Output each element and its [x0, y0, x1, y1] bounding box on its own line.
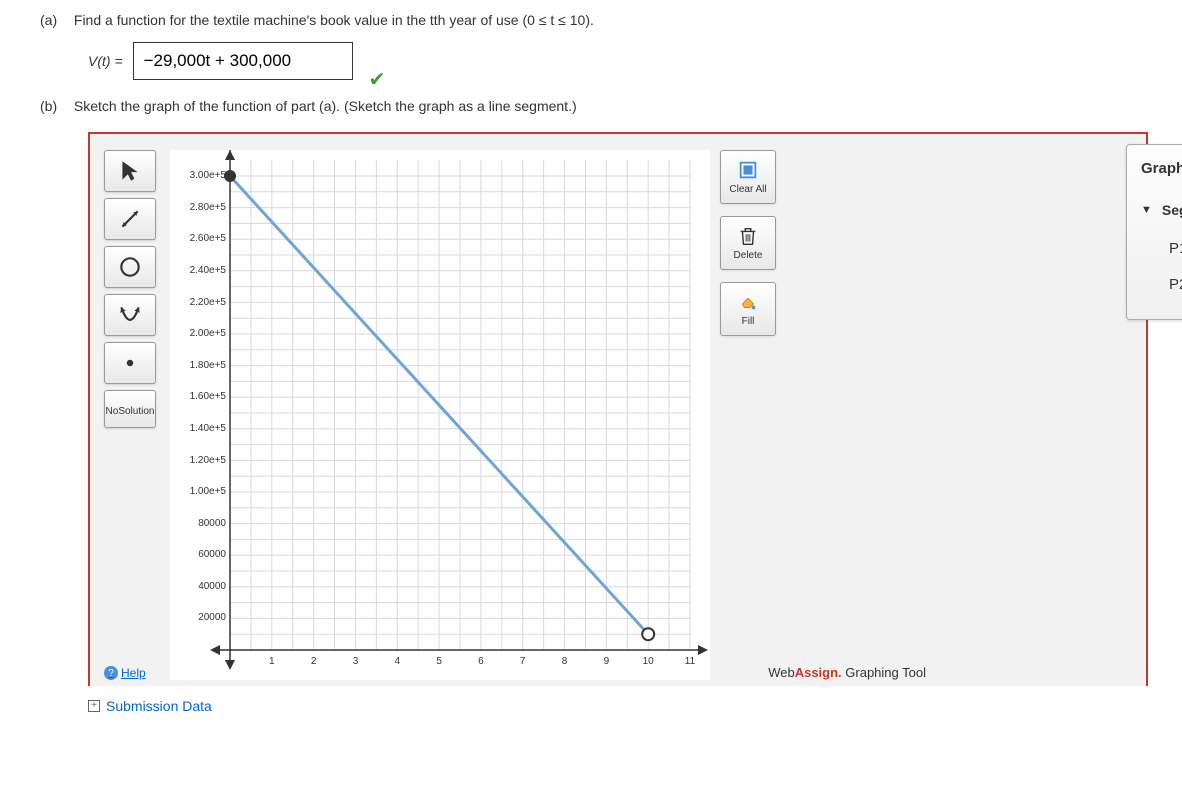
- delete-button[interactable]: Delete: [720, 216, 776, 270]
- svg-text:1.20e+5: 1.20e+5: [190, 455, 227, 466]
- chevron-down-icon: ▼: [1141, 204, 1152, 216]
- no-solution-l1: No: [106, 406, 119, 417]
- svg-text:20000: 20000: [198, 612, 226, 623]
- part-a-label: (a): [40, 12, 70, 28]
- p2-label: P2 (: [1169, 276, 1182, 293]
- svg-text:8: 8: [562, 656, 568, 667]
- action-column: Clear All Delete Fill: [720, 150, 780, 680]
- part-b-text: Sketch the graph of the function of part…: [74, 98, 577, 114]
- clear-all-button[interactable]: Clear All: [720, 150, 776, 204]
- p1-row: P1 ( , ): [1169, 235, 1182, 261]
- formula-lhs: V(t) =: [88, 53, 123, 69]
- circle-tool[interactable]: [104, 246, 156, 288]
- svg-text:3: 3: [353, 656, 359, 667]
- svg-text:2.60e+5: 2.60e+5: [190, 233, 227, 244]
- svg-text:2.80e+5: 2.80e+5: [190, 202, 227, 213]
- graph-layers-panel: Graph Layers « ▼ Segment 1 ✕ P1 ( , ) P2…: [1126, 144, 1182, 320]
- svg-text:5: 5: [436, 656, 442, 667]
- svg-text:2: 2: [311, 656, 317, 667]
- help-icon: ?: [104, 666, 118, 680]
- clear-all-label: Clear All: [729, 184, 766, 195]
- svg-text:6: 6: [478, 656, 484, 667]
- svg-text:1: 1: [269, 656, 275, 667]
- fill-label: Fill: [742, 316, 755, 327]
- layer-name: Segment 1: [1162, 202, 1182, 218]
- layer-row-segment1[interactable]: ▼ Segment 1 ✕: [1141, 199, 1182, 221]
- p1-label: P1 (: [1169, 240, 1182, 257]
- brand-footer: WebAssign. Graphing Tool: [768, 665, 926, 680]
- graphing-tool: No Solution ? Help: [88, 132, 1148, 686]
- book-value-input[interactable]: [133, 42, 353, 80]
- svg-text:1.60e+5: 1.60e+5: [190, 391, 227, 402]
- fill-button[interactable]: Fill: [720, 282, 776, 336]
- part-b-label: (b): [40, 98, 70, 114]
- svg-text:1.00e+5: 1.00e+5: [190, 486, 227, 497]
- svg-text:2.00e+5: 2.00e+5: [190, 328, 227, 339]
- svg-text:10: 10: [643, 656, 655, 667]
- parabola-tool[interactable]: [104, 294, 156, 336]
- svg-text:4: 4: [395, 656, 401, 667]
- no-solution-l2: Solution: [118, 406, 154, 417]
- pointer-tool[interactable]: [104, 150, 156, 192]
- tool-column: No Solution ? Help: [104, 150, 160, 680]
- svg-text:2.20e+5: 2.20e+5: [190, 297, 227, 308]
- help-label: Help: [121, 666, 146, 680]
- plot-area[interactable]: 3.00e+5 2.80e+5 2.60e+5 2.40e+5 2.20e+5 2.00e…: [170, 150, 710, 680]
- svg-text:80000: 80000: [198, 518, 226, 529]
- submission-data-toggle[interactable]: + Submission Data: [88, 698, 1142, 714]
- delete-label: Delete: [734, 250, 763, 261]
- segment-tool[interactable]: [104, 198, 156, 240]
- graph-layers-title: Graph Layers: [1141, 160, 1182, 177]
- part-a-text: Find a function for the textile machine'…: [74, 12, 594, 28]
- svg-text:11: 11: [685, 656, 696, 667]
- svg-text:40000: 40000: [198, 581, 226, 592]
- point-tool[interactable]: [104, 342, 156, 384]
- svg-text:3.00e+5: 3.00e+5: [190, 170, 227, 181]
- svg-text:2.40e+5: 2.40e+5: [190, 265, 227, 276]
- submission-data-label: Submission Data: [106, 698, 212, 714]
- svg-text:1.40e+5: 1.40e+5: [190, 423, 227, 434]
- svg-text:9: 9: [604, 656, 610, 667]
- svg-text:60000: 60000: [198, 549, 226, 560]
- correct-check-icon: ✔: [369, 67, 386, 92]
- help-link[interactable]: ? Help: [104, 666, 160, 680]
- svg-text:1.80e+5: 1.80e+5: [190, 360, 227, 371]
- no-solution-button[interactable]: No Solution: [104, 390, 156, 428]
- plus-icon: +: [88, 700, 100, 712]
- p2-row: P2 ( , ): [1169, 271, 1182, 297]
- svg-text:7: 7: [520, 656, 526, 667]
